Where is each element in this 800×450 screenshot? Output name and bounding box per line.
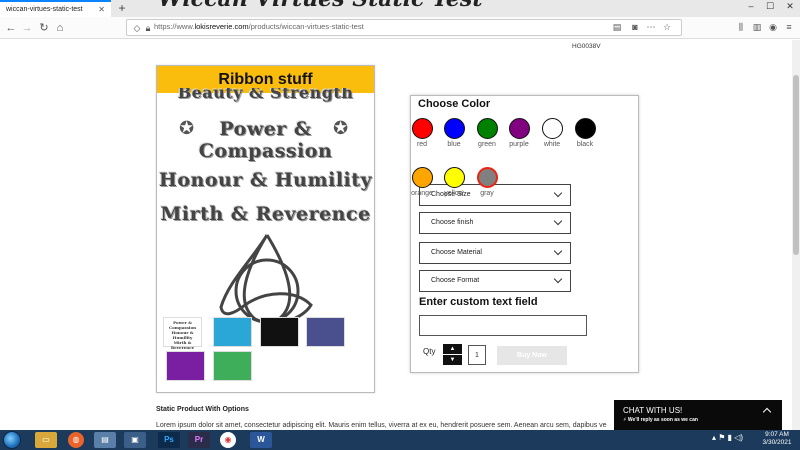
sidebar-icon[interactable]: ▥ <box>750 20 764 34</box>
image-line: Power & <box>219 118 312 140</box>
color-swatch-label: gray <box>480 190 494 197</box>
menu-icon[interactable]: ≡ <box>782 20 796 34</box>
qty-decrement-button[interactable]: ▼ <box>443 355 462 365</box>
lock-icon[interactable]: 🔒︎ <box>141 21 155 35</box>
color-swatch-green[interactable] <box>477 118 498 139</box>
material-dropdown[interactable]: Choose Material <box>419 242 571 264</box>
chat-title: CHAT WITH US! <box>623 406 683 415</box>
chat-widget[interactable]: CHAT WITH US! ⚡︎ We'll reply as soon as … <box>614 400 782 430</box>
file-explorer-icon[interactable]: ▭ <box>35 432 57 448</box>
triquetra-icon <box>219 234 313 325</box>
buy-now-button[interactable]: Buy Now <box>497 346 567 365</box>
chevron-down-icon <box>553 246 563 256</box>
custom-text-label: Enter custom text field <box>419 296 538 308</box>
color-swatch-orange[interactable] <box>412 167 433 188</box>
back-arrow-icon[interactable]: ← <box>3 20 19 36</box>
color-swatch-label: black <box>576 141 594 148</box>
thumbnail-black[interactable] <box>260 317 299 347</box>
color-swatch-purple[interactable] <box>509 118 530 139</box>
browser-tab[interactable]: wiccan-virtues-static-test ✕ <box>0 0 111 17</box>
image-line: Compassion <box>198 140 333 162</box>
product-sku: HG0038V <box>572 43 601 50</box>
description-heading: Static Product With Options <box>156 406 249 413</box>
page-viewport <box>0 40 800 430</box>
premiere-icon[interactable]: Pr <box>188 432 210 448</box>
scrollbar-thumb[interactable] <box>793 75 799 255</box>
start-button[interactable] <box>3 431 21 449</box>
tab-title: wiccan-virtues-static-test <box>6 6 83 13</box>
minimize-button[interactable]: – <box>742 0 760 12</box>
system-tray-icons[interactable]: ▴ ⚑ ▮ ◁) <box>712 433 743 442</box>
product-image-panel: Ribbon stuff Beauty & Strength ✪ ✪ Power… <box>156 65 375 393</box>
color-swatch-black[interactable] <box>575 118 596 139</box>
photoshop-icon[interactable]: Ps <box>158 432 180 448</box>
windows-taskbar <box>0 430 800 450</box>
url-text[interactable]: https://www.lokisreverie.com/products/wi… <box>154 22 364 31</box>
tab-close-icon[interactable]: ✕ <box>98 5 105 14</box>
maximize-button[interactable]: ☐ <box>761 0 779 12</box>
thumbnail-white[interactable]: Power & Compassion Honour & Humility Mirth … <box>163 317 202 350</box>
image-line: Mirth & Reverence <box>160 203 371 225</box>
image-line: Beauty & Strength <box>177 88 354 102</box>
chat-subtitle: ⚡︎ We'll reply as soon as we can <box>623 417 698 423</box>
image-line: Honour & Humility <box>158 169 373 191</box>
new-tab-button[interactable]: + <box>115 1 129 15</box>
thumbnail-purple[interactable] <box>166 351 205 381</box>
qty-increment-button[interactable]: ▲ <box>443 344 462 354</box>
forward-arrow-icon[interactable]: → <box>19 20 35 36</box>
more-actions-icon[interactable]: ⋯ <box>644 20 658 34</box>
format-dropdown[interactable]: Choose Format <box>419 270 571 292</box>
chevron-down-icon <box>553 188 563 198</box>
chevron-up-icon[interactable] <box>762 407 772 417</box>
thumbnail-green[interactable] <box>213 351 252 381</box>
reader-view-icon[interactable]: ▤ <box>610 20 624 34</box>
product-title: Wiccan Virtues Static Test <box>158 0 482 12</box>
firefox-icon[interactable]: ◍ <box>68 432 84 448</box>
reload-icon[interactable]: ↻ <box>36 20 52 36</box>
thumbnail-blue[interactable] <box>213 317 252 347</box>
color-swatch-white[interactable] <box>542 118 563 139</box>
choose-color-label: Choose Color <box>418 98 491 110</box>
pocket-icon[interactable]: ◙ <box>628 20 642 34</box>
account-icon[interactable]: ◉ <box>766 20 780 34</box>
chevron-down-icon <box>553 216 563 226</box>
color-swatch-yellow[interactable] <box>444 167 465 188</box>
thumbnail-navy[interactable] <box>306 317 345 347</box>
chevron-down-icon <box>553 274 563 284</box>
chrome-icon[interactable]: ◉ <box>220 432 236 448</box>
word-icon[interactable]: W <box>250 432 272 448</box>
custom-text-input[interactable] <box>419 315 587 336</box>
qty-label: Qty <box>423 347 436 356</box>
description-text: Lorem ipsum dolor sit amet, consectetur … <box>156 422 607 429</box>
options-panel: Choose Color Choose Size Choose finish C… <box>410 95 639 373</box>
finish-dropdown[interactable]: Choose finish <box>419 212 571 234</box>
close-window-button[interactable]: ✕ <box>781 0 799 12</box>
color-swatch-red[interactable] <box>412 118 433 139</box>
bookmark-star-icon[interactable]: ☆ <box>660 20 674 34</box>
taskbar-clock[interactable]: 9:07 AM 3/30/2021 <box>758 431 796 447</box>
library-icon[interactable]: ⫼ <box>734 20 748 34</box>
home-icon[interactable]: ⌂ <box>52 20 68 36</box>
color-swatch-blue[interactable] <box>444 118 465 139</box>
remote-desktop-icon[interactable]: ▣ <box>124 432 146 448</box>
notepad-icon[interactable]: ▤ <box>94 432 116 448</box>
color-swatch-gray[interactable] <box>477 167 498 188</box>
qty-input[interactable]: 1 <box>468 345 486 365</box>
